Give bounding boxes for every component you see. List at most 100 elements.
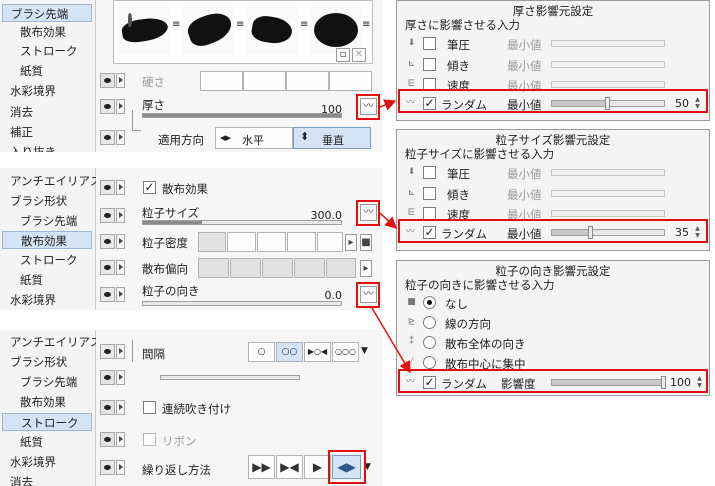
density-next-icon[interactable]: ▸: [345, 234, 357, 251]
option-scatter-direction-radio[interactable]: [423, 336, 436, 349]
category-brush-tip[interactable]: ブラシ先端: [2, 4, 92, 22]
brush-menu-icon[interactable]: ≡: [300, 19, 308, 30]
particle-direction-slider[interactable]: [142, 301, 342, 306]
pen-pressure-slider[interactable]: [551, 40, 665, 47]
visibility-eye-icon[interactable]: [100, 287, 115, 302]
tilt-checkbox[interactable]: [423, 187, 436, 200]
category-stroke[interactable]: ストローク: [2, 413, 92, 431]
category-erase[interactable]: 消去: [10, 103, 33, 121]
category-brush-tip[interactable]: ブラシ先端: [20, 373, 77, 391]
visibility-eye-icon[interactable]: [100, 460, 115, 475]
pen-pressure-checkbox[interactable]: [423, 166, 436, 179]
visibility-eye-icon[interactable]: [100, 208, 115, 223]
interval-slider[interactable]: [160, 375, 300, 380]
interval-seg-4[interactable]: ○○○: [332, 342, 359, 362]
interval-seg-2[interactable]: ○○: [276, 342, 303, 362]
brush-menu-icon[interactable]: ≡: [172, 19, 180, 30]
expand-arrow-icon[interactable]: [116, 432, 125, 447]
expand-arrow-icon[interactable]: [116, 234, 125, 249]
category-stroke[interactable]: ストローク: [20, 251, 78, 269]
direction-vertical-button[interactable]: ⬍ 垂直: [293, 127, 371, 149]
repeat-once-button[interactable]: ▶: [304, 455, 331, 479]
interval-dropdown-icon[interactable]: ▼: [361, 346, 368, 356]
ribbon-checkbox[interactable]: [143, 433, 156, 446]
visibility-eye-icon[interactable]: [100, 432, 115, 447]
delete-brush-tip-icon[interactable]: ✕: [352, 48, 366, 62]
new-brush-tip-icon[interactable]: ▫: [336, 48, 350, 62]
brush-menu-icon[interactable]: ≡: [236, 19, 244, 30]
bias-seg-3[interactable]: [262, 258, 293, 278]
category-brush-shape[interactable]: ブラシ形状: [10, 353, 67, 371]
visibility-eye-icon[interactable]: [100, 130, 115, 145]
category-erase[interactable]: 消去: [10, 473, 33, 486]
brush-tip-strip[interactable]: ≡ ≡ ≡ ≡: [113, 0, 373, 64]
category-watercolor-edge[interactable]: 水彩境界: [10, 453, 56, 471]
hardness-seg-1[interactable]: [200, 71, 243, 91]
brush-menu-icon[interactable]: ≡: [362, 19, 370, 30]
bias-seg-2[interactable]: [230, 258, 261, 278]
category-antialias[interactable]: アンチエイリアス: [10, 172, 102, 190]
speed-slider[interactable]: [551, 210, 665, 217]
particle-size-slider[interactable]: [142, 220, 342, 225]
category-scatter[interactable]: 散布効果: [20, 23, 66, 41]
density-seg-2[interactable]: [227, 232, 256, 252]
category-paper[interactable]: 紙質: [20, 62, 43, 80]
option-scatter-center-radio[interactable]: [423, 356, 436, 369]
category-antialias[interactable]: アンチエイリアス: [10, 333, 102, 351]
density-seg-5[interactable]: [317, 232, 343, 252]
category-brush-tip[interactable]: ブラシ先端: [20, 212, 77, 230]
expand-arrow-icon[interactable]: [116, 400, 125, 415]
tilt-slider[interactable]: [551, 61, 665, 68]
brush-tip-3[interactable]: [246, 5, 298, 55]
category-paper[interactable]: 紙質: [20, 271, 43, 289]
pen-pressure-slider[interactable]: [551, 169, 665, 176]
density-seg-1[interactable]: [198, 232, 226, 252]
bias-next-icon[interactable]: ▸: [360, 260, 372, 277]
expand-arrow-icon[interactable]: [116, 344, 125, 359]
visibility-eye-icon[interactable]: [100, 370, 115, 385]
expand-arrow-icon[interactable]: [116, 208, 125, 223]
bias-seg-4[interactable]: [294, 258, 325, 278]
visibility-eye-icon[interactable]: [100, 400, 115, 415]
expand-arrow-icon[interactable]: [116, 180, 125, 195]
expand-arrow-icon[interactable]: [116, 370, 125, 385]
visibility-eye-icon[interactable]: [100, 344, 115, 359]
continuous-spray-checkbox[interactable]: [143, 401, 156, 414]
visibility-eye-icon[interactable]: [100, 234, 115, 249]
hardness-seg-2[interactable]: [243, 71, 286, 91]
speed-slider[interactable]: [551, 81, 665, 88]
density-stop-icon[interactable]: ■: [360, 234, 372, 251]
density-seg-4[interactable]: [287, 232, 316, 252]
tilt-checkbox[interactable]: [423, 58, 436, 71]
thickness-slider[interactable]: [142, 113, 342, 118]
interval-seg-1[interactable]: ○: [248, 342, 275, 362]
category-brush-shape[interactable]: ブラシ形状: [10, 192, 67, 210]
brush-tip-1[interactable]: [118, 5, 170, 55]
visibility-eye-icon[interactable]: [100, 260, 115, 275]
scatter-effect-checkbox[interactable]: [143, 181, 156, 194]
expand-arrow-icon[interactable]: [116, 73, 125, 88]
option-none-radio[interactable]: [423, 296, 436, 309]
visibility-eye-icon[interactable]: [100, 73, 115, 88]
expand-arrow-icon[interactable]: [116, 260, 125, 275]
direction-horizontal-button[interactable]: ◂▸ 水平: [215, 127, 293, 149]
category-scatter[interactable]: 散布効果: [2, 231, 92, 249]
hardness-seg-3[interactable]: [286, 71, 329, 91]
tilt-slider[interactable]: [551, 190, 665, 197]
pen-pressure-checkbox[interactable]: [423, 37, 436, 50]
category-watercolor-edge[interactable]: 水彩境界: [10, 82, 56, 100]
category-paper[interactable]: 紙質: [20, 433, 43, 451]
visibility-eye-icon[interactable]: [100, 99, 115, 114]
category-scatter[interactable]: 散布効果: [20, 393, 66, 411]
bias-seg-5[interactable]: [326, 258, 356, 278]
interval-seg-3[interactable]: ▶○◀: [304, 342, 331, 362]
category-watercolor-edge[interactable]: 水彩境界: [10, 291, 56, 309]
density-seg-3[interactable]: [257, 232, 286, 252]
expand-arrow-icon[interactable]: [116, 460, 125, 475]
expand-arrow-icon[interactable]: [116, 99, 125, 114]
expand-arrow-icon[interactable]: [116, 287, 125, 302]
category-correction[interactable]: 補正: [10, 123, 33, 141]
category-stroke[interactable]: ストローク: [20, 42, 78, 60]
option-line-direction-radio[interactable]: [423, 316, 436, 329]
repeat-forward-button[interactable]: ▶▶: [248, 455, 275, 479]
